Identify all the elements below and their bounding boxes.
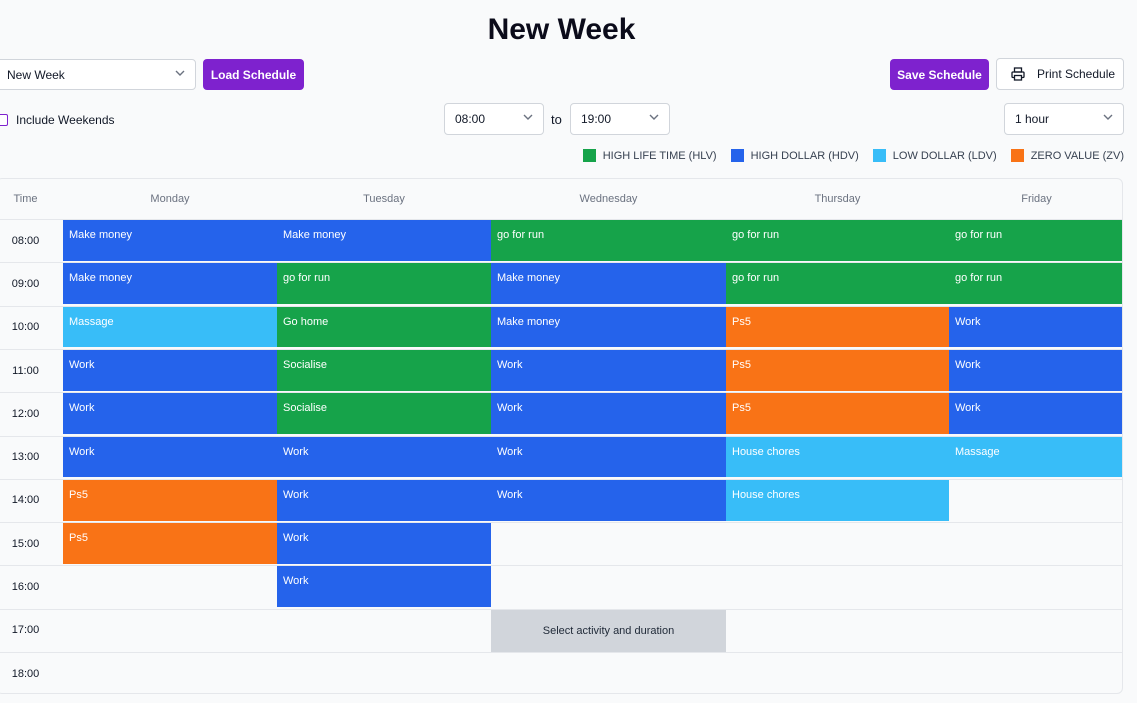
interval-select[interactable]: 1 hour	[1004, 103, 1124, 135]
legend-item-ldv: LOW DOLLAR (LDV)	[872, 149, 997, 162]
chevron-down-icon	[523, 114, 533, 120]
activity-block[interactable]: Ps5	[63, 523, 277, 564]
activity-block[interactable]: Ps5	[726, 393, 949, 434]
activity-block[interactable]: Ps5	[63, 479, 277, 521]
legend-label: ZERO VALUE (ZV)	[1030, 149, 1124, 162]
row-divider	[0, 565, 1122, 567]
load-schedule-button[interactable]: Load Schedule	[203, 59, 304, 90]
select-activity-cell[interactable]: Select activity and duration	[491, 609, 726, 652]
legend-swatch	[1010, 149, 1024, 162]
time-label: 12:00	[11, 407, 40, 420]
day-header-tuesday: Tuesday	[363, 192, 405, 205]
activity-block[interactable]: House chores	[726, 436, 949, 478]
include-weekends-checkbox[interactable]	[0, 114, 8, 126]
printer-icon	[1011, 67, 1025, 81]
activity-block[interactable]: Make money	[491, 263, 726, 305]
start-time-value: 08:00	[455, 112, 486, 126]
activity-block[interactable]: Make money	[491, 306, 726, 348]
activity-block[interactable]: Go home	[277, 306, 491, 348]
activity-block[interactable]: Work	[63, 349, 277, 391]
time-label: 08:00	[11, 234, 40, 247]
activity-block[interactable]: Socialise	[277, 349, 491, 391]
activity-block[interactable]: go for run	[277, 263, 491, 305]
activity-block[interactable]: Work	[277, 523, 491, 564]
legend-item-hdv: HIGH DOLLAR (HDV)	[730, 149, 859, 162]
print-schedule-button[interactable]: Print Schedule	[996, 58, 1124, 90]
include-weekends-toggle[interactable]: Include Weekends	[0, 112, 115, 128]
activity-block[interactable]: go for run	[726, 263, 949, 305]
activity-block[interactable]: Make money	[63, 220, 277, 261]
schedule-select-value: New Week	[7, 67, 65, 82]
time-column-header: Time	[13, 192, 38, 205]
activity-block[interactable]: Work	[949, 306, 1122, 348]
activity-block[interactable]: Massage	[63, 306, 277, 348]
time-range-to-label: to	[551, 112, 562, 127]
time-label: 18:00	[11, 667, 40, 680]
activity-block[interactable]: Work	[491, 349, 726, 391]
activity-block[interactable]: Work	[491, 436, 726, 478]
activity-block[interactable]: go for run	[949, 263, 1122, 305]
chevron-down-icon	[649, 114, 659, 120]
interval-value: 1 hour	[1015, 112, 1050, 126]
save-schedule-button[interactable]: Save Schedule	[890, 59, 989, 90]
legend-swatch	[730, 149, 744, 162]
schedule-select[interactable]: New Week	[0, 59, 196, 90]
time-label: 15:00	[11, 537, 40, 550]
day-header-thursday: Thursday	[814, 192, 861, 205]
chevron-down-icon	[175, 70, 185, 76]
activity-block[interactable]: go for run	[491, 220, 726, 261]
legend-label: HIGH LIFE TIME (HLV)	[602, 149, 717, 162]
schedule-grid: Time Monday Tuesday Wednesday Thursday Friday…	[0, 178, 1123, 694]
activity-block[interactable]: Work	[949, 393, 1122, 434]
start-time-select[interactable]: 08:00	[444, 103, 544, 135]
activity-block[interactable]: Work	[949, 349, 1122, 391]
legend-item-zv: ZERO VALUE (ZV)	[1010, 149, 1124, 162]
legend-item-hlv: HIGH LIFE TIME (HLV)	[582, 149, 717, 162]
time-label: 16:00	[11, 581, 40, 594]
activity-block[interactable]: Ps5	[726, 306, 949, 348]
activity-block[interactable]: House chores	[726, 479, 949, 521]
activity-block[interactable]: Make money	[63, 263, 277, 305]
day-header-monday: Monday	[150, 192, 190, 205]
activity-block[interactable]: Work	[63, 393, 277, 434]
legend-swatch	[582, 149, 596, 162]
include-weekends-label: Include Weekends	[16, 113, 115, 127]
activity-block[interactable]: Work	[277, 436, 491, 478]
legend-swatch	[872, 149, 886, 162]
activity-block[interactable]: Work	[491, 479, 726, 521]
time-label: 13:00	[11, 451, 40, 464]
time-label: 10:00	[11, 321, 40, 334]
time-label: 17:00	[11, 624, 40, 637]
activity-block[interactable]: go for run	[726, 220, 949, 261]
activity-block[interactable]: Ps5	[726, 349, 949, 391]
page-title: New Week	[487, 13, 636, 46]
end-time-select[interactable]: 19:00	[570, 103, 670, 135]
time-label: 14:00	[11, 494, 40, 507]
row-divider	[0, 652, 1122, 653]
legend-label: HIGH DOLLAR (HDV)	[750, 149, 859, 162]
activity-block[interactable]: Work	[63, 436, 277, 478]
activity-block[interactable]: Socialise	[277, 393, 491, 434]
day-header-friday: Friday	[1021, 192, 1052, 205]
print-schedule-label: Print Schedule	[1037, 67, 1116, 81]
activity-block[interactable]: Make money	[277, 220, 491, 261]
time-label: 09:00	[11, 277, 40, 290]
activity-block[interactable]: Massage	[949, 436, 1122, 478]
day-header-wednesday: Wednesday	[579, 192, 638, 205]
activity-block[interactable]: go for run	[949, 220, 1122, 261]
activity-block[interactable]: Work	[277, 566, 491, 608]
chevron-down-icon	[1103, 114, 1113, 120]
activity-block[interactable]: Work	[277, 479, 491, 521]
end-time-value: 19:00	[581, 112, 612, 126]
time-label: 11:00	[12, 364, 39, 377]
category-legend: HIGH LIFE TIME (HLV) HIGH DOLLAR (HDV) L…	[582, 149, 1124, 162]
activity-block[interactable]: Work	[491, 393, 726, 434]
legend-label: LOW DOLLAR (LDV)	[892, 149, 997, 162]
